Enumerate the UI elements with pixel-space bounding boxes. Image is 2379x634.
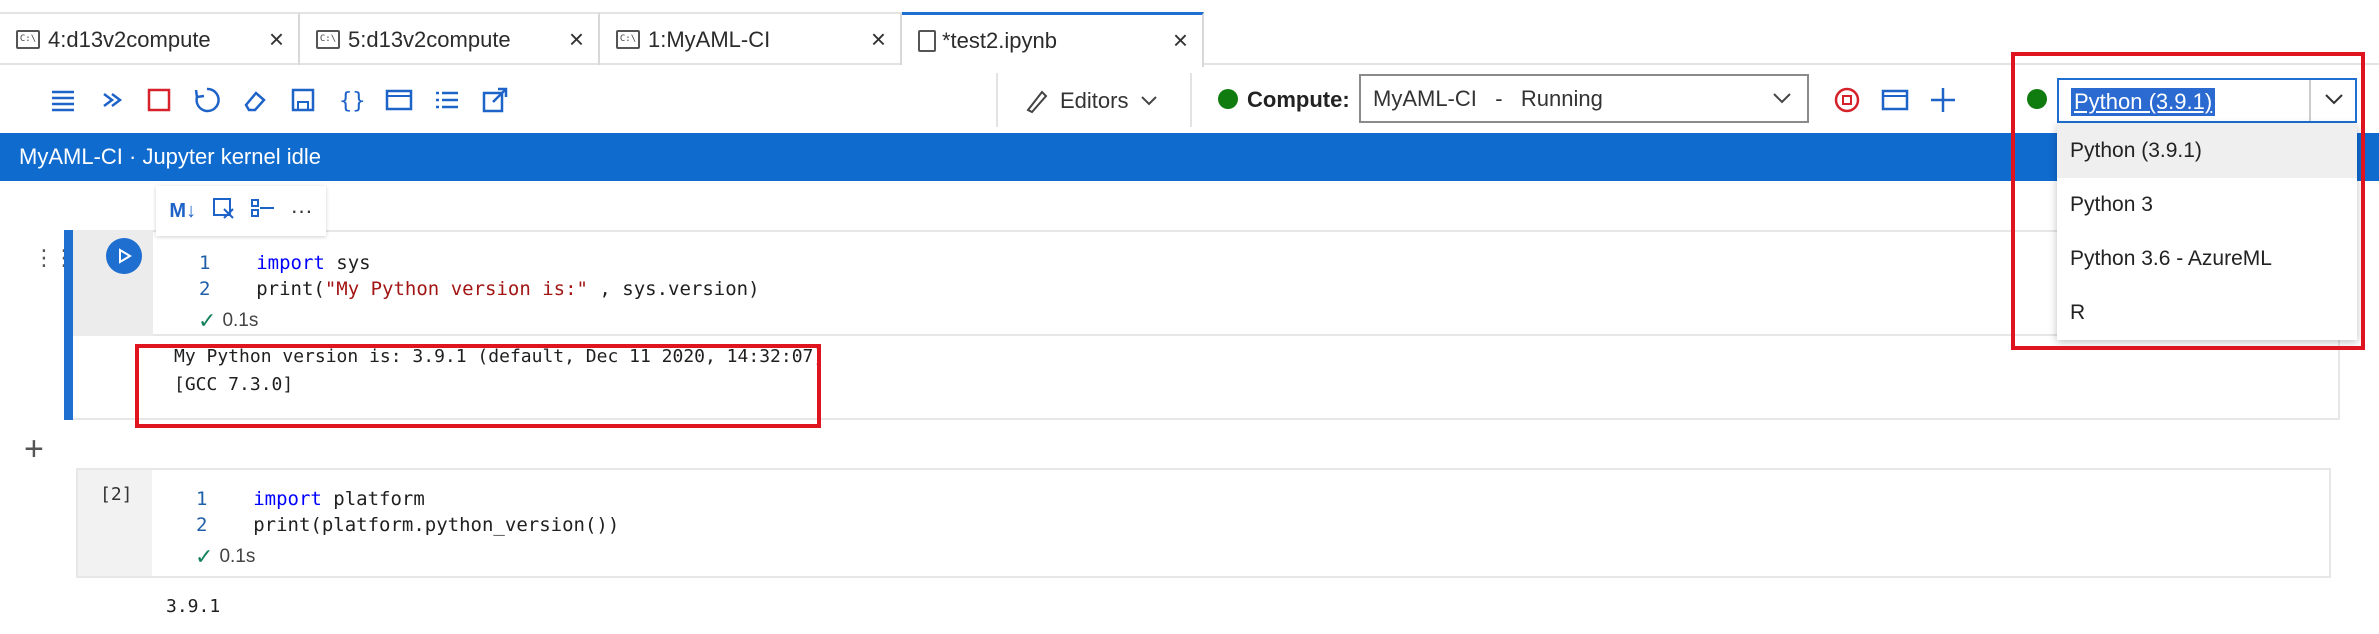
compute-label: Compute: xyxy=(1247,87,1350,112)
notebook-toolbar: {} Editors Compute: MyAML-CI - Running xyxy=(0,67,2379,133)
code-cell[interactable]: 1 import sys 2 print("My Python version … xyxy=(64,230,2340,420)
add-compute-icon[interactable] xyxy=(1928,85,1958,115)
output-line: My Python version is: 3.9.1 (default, De… xyxy=(174,346,825,367)
tab-label: 5:d13v2compute xyxy=(348,26,511,52)
execution-time: 0.1s xyxy=(222,310,259,331)
code-line: 2 print("My Python version is:" , sys.ve… xyxy=(199,278,760,300)
run-all-icon[interactable] xyxy=(98,85,128,115)
kernel-option[interactable]: Python 3 xyxy=(2057,178,2357,232)
kernel-option[interactable]: Python (3.9.1) xyxy=(2057,124,2357,178)
compute-terminal-icon[interactable] xyxy=(1880,85,1910,115)
variables-icon[interactable]: {} xyxy=(336,85,366,115)
delete-cell-icon[interactable] xyxy=(211,196,235,226)
cell-gutter: [2] xyxy=(78,470,152,576)
tab-terminal-5[interactable]: C:\ 5:d13v2compute × xyxy=(300,12,600,65)
cell-output: 3.9.1 xyxy=(166,596,221,617)
check-icon: ✓ xyxy=(195,544,214,569)
chevron-down-icon xyxy=(1773,93,1791,104)
compute-status-dot xyxy=(1218,89,1238,109)
compute-select[interactable]: MyAML-CI - Running xyxy=(1359,74,1809,123)
close-icon[interactable]: × xyxy=(569,26,584,52)
close-icon[interactable]: × xyxy=(1173,27,1188,53)
pencil-ruler-icon xyxy=(1026,90,1048,114)
notebook-file-icon xyxy=(918,30,936,52)
save-icon[interactable] xyxy=(288,85,318,115)
compute-value: MyAML-CI - Running xyxy=(1373,85,1603,111)
chevron-down-icon[interactable] xyxy=(2309,80,2355,121)
kernel-value: Python (3.9.1) xyxy=(2071,88,2216,116)
tab-notebook[interactable]: *test2.ipynb × xyxy=(902,12,1204,67)
chevron-down-icon xyxy=(1141,96,1158,106)
svg-text:{}: {} xyxy=(339,89,366,114)
tab-terminal-1[interactable]: C:\ 1:MyAML-CI × xyxy=(600,12,902,65)
toolbar-divider xyxy=(996,73,998,127)
code-cell[interactable]: [2] 1 import platform 2 print(platform.p… xyxy=(76,468,2331,578)
cell-gutter xyxy=(73,230,153,336)
code-line: 1 import sys xyxy=(199,252,371,274)
tab-label: 4:d13v2compute xyxy=(48,26,211,52)
stop-compute-icon[interactable] xyxy=(1832,85,1862,115)
kernel-dropdown-list: Python (3.9.1) Python 3 Python 3.6 - Azu… xyxy=(2057,124,2357,340)
run-cell-button[interactable] xyxy=(106,238,142,274)
execution-time: 0.1s xyxy=(219,546,256,567)
add-cell-icon[interactable]: + xyxy=(24,430,44,469)
markdown-icon[interactable]: M↓ xyxy=(169,200,196,223)
execution-status: ✓ 0.1s xyxy=(198,308,258,334)
clear-outputs-icon[interactable] xyxy=(240,85,270,115)
tab-strip: C:\ 4:d13v2compute × C:\ 5:d13v2compute … xyxy=(0,12,2379,67)
close-icon[interactable]: × xyxy=(269,26,284,52)
execution-status: ✓ 0.1s xyxy=(195,544,255,570)
kernel-select[interactable]: Python (3.9.1) xyxy=(2057,78,2357,123)
close-icon[interactable]: × xyxy=(871,26,886,52)
code-editor[interactable]: 1 import sys 2 print("My Python version … xyxy=(153,230,2340,336)
stop-icon[interactable] xyxy=(144,85,174,115)
kernel-option[interactable]: Python 3.6 - AzureML xyxy=(2057,232,2357,286)
drag-handle-icon[interactable]: ⋮⋮ xyxy=(33,245,75,271)
cell-toolbar: M↓ ··· xyxy=(156,186,326,236)
open-external-icon[interactable] xyxy=(480,85,510,115)
check-icon: ✓ xyxy=(198,308,217,333)
code-line: 1 import platform xyxy=(196,488,425,510)
outline-menu-icon[interactable] xyxy=(48,85,78,115)
kernel-status-dot xyxy=(2027,89,2047,109)
kernel-status-bar: MyAML-CI · Jupyter kernel idle xyxy=(0,133,2379,181)
tab-terminal-4[interactable]: C:\ 4:d13v2compute × xyxy=(0,12,300,65)
kernel-option[interactable]: R xyxy=(2057,286,2357,340)
cell-output: My Python version is: 3.9.1 (default, De… xyxy=(73,336,2340,420)
code-line: 2 print(platform.python_version()) xyxy=(196,514,620,536)
editors-label: Editors xyxy=(1060,88,1129,113)
play-icon xyxy=(119,248,132,264)
terminal-icon: C:\ xyxy=(16,30,40,49)
more-actions-icon[interactable]: ··· xyxy=(291,198,313,224)
tab-label: 1:MyAML-CI xyxy=(648,26,771,52)
editors-button[interactable]: Editors xyxy=(1024,81,1158,121)
list-view-icon[interactable] xyxy=(432,85,462,115)
restart-icon[interactable] xyxy=(192,85,222,115)
split-cell-icon[interactable] xyxy=(250,196,276,226)
execution-count: [2] xyxy=(100,484,133,505)
output-line: [GCC 7.3.0] xyxy=(174,374,294,395)
terminal-icon: C:\ xyxy=(316,30,340,49)
terminal-icon[interactable] xyxy=(384,85,414,115)
tab-label: *test2.ipynb xyxy=(942,28,1057,53)
toolbar-divider xyxy=(1190,73,1192,127)
terminal-icon: C:\ xyxy=(616,30,640,49)
